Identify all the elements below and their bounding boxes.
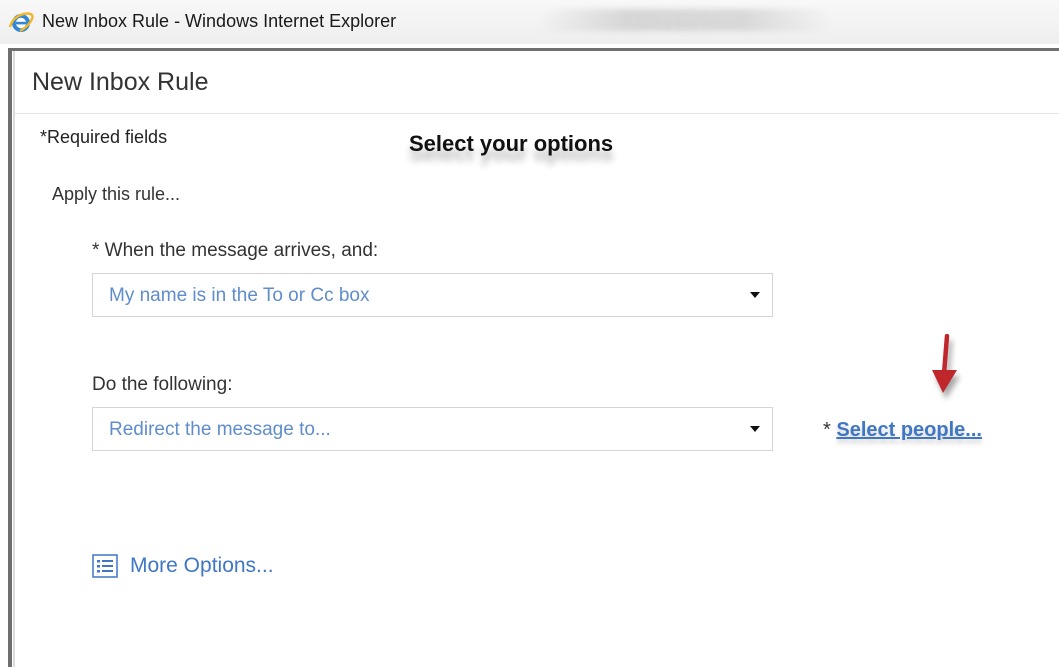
- apply-rule-label: Apply this rule...: [52, 184, 181, 204]
- condition-label: * When the message arrives, and:: [92, 240, 379, 261]
- select-people-group: * Select people...: [823, 419, 982, 442]
- condition-select-value: My name is in the To or Cc box: [109, 285, 370, 306]
- blurred-background-text: [540, 9, 830, 31]
- select-people-link[interactable]: Select people...: [836, 419, 982, 441]
- chevron-down-icon[interactable]: [750, 426, 760, 432]
- frame-edge: [13, 51, 15, 667]
- more-options-button[interactable]: More Options...: [92, 554, 274, 578]
- options-heading: Select your options: [409, 131, 614, 156]
- internet-explorer-icon: [8, 12, 34, 33]
- action-label: Do the following:: [92, 374, 233, 395]
- window-titlebar: New Inbox Rule - Windows Internet Explor…: [0, 0, 1059, 44]
- action-select[interactable]: Redirect the message to...: [92, 407, 773, 451]
- list-icon: [92, 554, 118, 578]
- condition-select[interactable]: My name is in the To or Cc box: [92, 273, 773, 317]
- dialog-title: New Inbox Rule: [32, 68, 209, 96]
- more-options-label: More Options...: [130, 554, 274, 577]
- window-title: New Inbox Rule - Windows Internet Explor…: [42, 11, 397, 31]
- required-fields-note: *Required fields: [40, 127, 168, 147]
- required-marker: *: [823, 419, 831, 441]
- chevron-down-icon[interactable]: [750, 292, 760, 298]
- red-arrow-icon: [932, 334, 957, 393]
- action-select-value: Redirect the message to...: [109, 419, 331, 440]
